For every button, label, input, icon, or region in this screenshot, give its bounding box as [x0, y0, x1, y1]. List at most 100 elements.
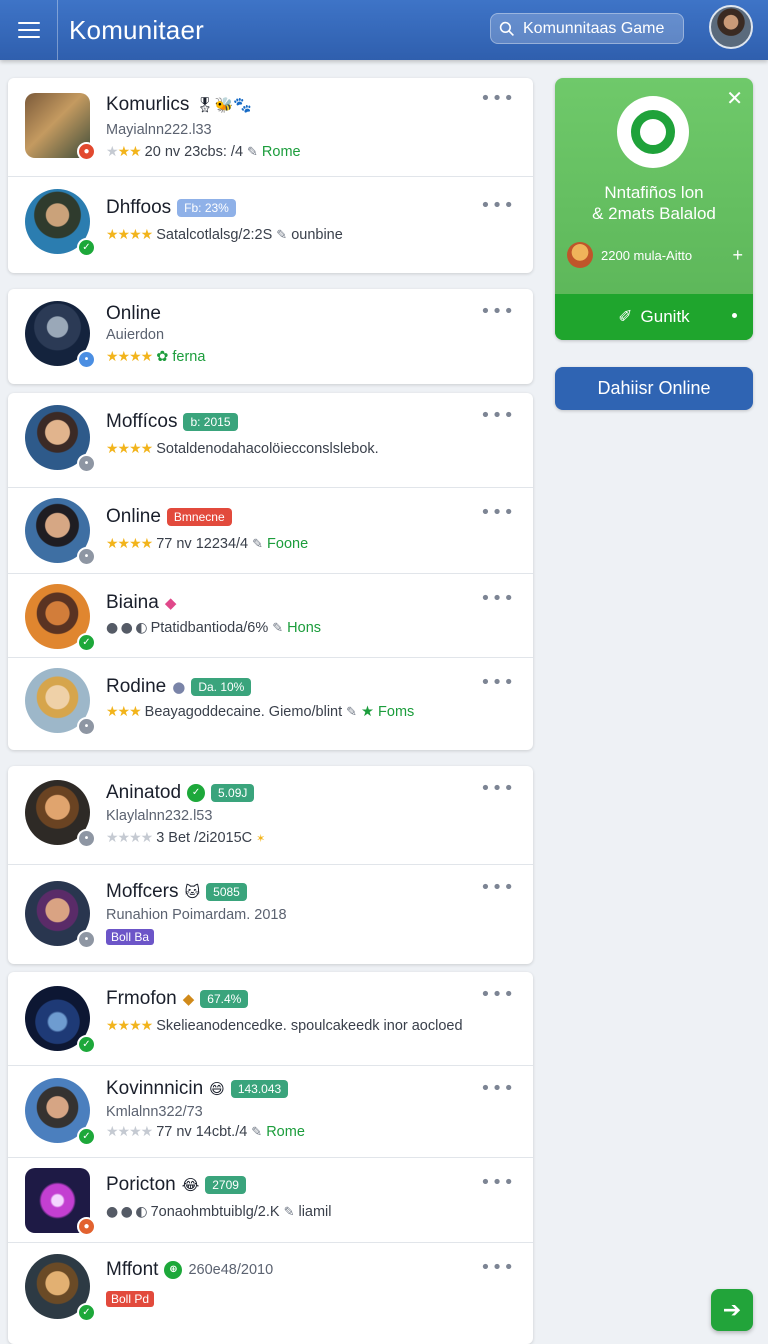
item-tag: 2709	[205, 1176, 246, 1194]
more-options-icon[interactable]: •••	[480, 197, 515, 215]
chat-logo-icon	[617, 96, 689, 168]
star-icon: ★	[361, 704, 375, 720]
more-options-icon[interactable]: •••	[480, 504, 515, 522]
more-options-icon[interactable]: •••	[480, 879, 515, 897]
more-options-icon[interactable]: •••	[480, 303, 515, 321]
status-badge: ●	[77, 1217, 96, 1236]
emoji-icon: 🎖🐝🐾	[195, 96, 252, 114]
online-status-icon: ✓	[77, 1303, 96, 1322]
emoji-icon: 🐱	[184, 883, 201, 901]
status-badge: •	[77, 454, 96, 473]
item-title: Aninatod ✓ 5.09J	[106, 782, 255, 804]
list-item[interactable]: ● Poricton 😂 2709 ● ● ◐ 7onaohmbtuiblg/2.K…	[8, 1158, 533, 1243]
item-meta: ★★★★ 77 nv 12234/4 ✎ Foone	[106, 536, 309, 552]
list-item[interactable]: ✓ Mffont ⊕ 260e48/2010 Boll Pd •••	[8, 1243, 533, 1331]
emoji-icon: 😄	[209, 1080, 225, 1098]
list-item[interactable]: • Online Bmnecne ★★★★ 77 nv 12234/4 ✎ Foon…	[8, 488, 533, 574]
item-tag: 5.09J	[211, 784, 255, 802]
item-link[interactable]: Hons	[287, 620, 321, 636]
item-link[interactable]: ferna	[172, 349, 205, 365]
more-options-icon[interactable]: •••	[480, 407, 515, 425]
more-options-icon[interactable]: •••	[480, 590, 515, 608]
avatar: ✓	[25, 986, 96, 1054]
list-group: ✓ Frmofon ◆ 67.4% ★★★★ Skelieanodencedke. …	[8, 972, 533, 1344]
item-subtitle: Mayialnn222.l33	[106, 122, 212, 138]
pencil-icon: ✎	[276, 227, 288, 243]
list-item[interactable]: ✓ Biaina ◆ ● ● ◐ Ptatidbantioda/6% ✎ Hons …	[8, 574, 533, 658]
item-meta: ★★★★ 77 nv 14cbt./4 ✎ Rome	[106, 1124, 305, 1140]
item-link[interactable]: Rome	[266, 1124, 305, 1140]
item-link[interactable]: Rome	[262, 144, 301, 160]
rating-stars: ★★★★	[106, 349, 153, 365]
promo-title: Nntafiños lon & 2mats Balalod	[592, 183, 716, 223]
game-icon: ✿	[156, 349, 169, 365]
item-title: Kovinnnicin 😄 143.043	[106, 1078, 289, 1100]
rating-stars: ★★★★	[106, 1124, 153, 1140]
item-tag: 5085	[206, 883, 247, 901]
rating-stars: ★★★★	[106, 830, 153, 846]
list-group: • Moffícos b: 2015 ★★★★ Sotaldenodahacolö…	[8, 393, 533, 750]
plus-icon[interactable]: +	[732, 245, 743, 266]
search-input[interactable]	[523, 19, 683, 38]
list-item[interactable]: • Rodine ● Da. 10% ★★★ Beayagoddecaine. Gi…	[8, 658, 533, 750]
online-status-icon: ✓	[77, 238, 96, 257]
status-badge: •	[77, 547, 96, 566]
avatar: •	[25, 780, 96, 848]
avatar: ●	[25, 93, 96, 161]
pencil-icon: ✎	[251, 1124, 263, 1140]
promo-user[interactable]: 2200 mula-Aitto +	[567, 242, 743, 268]
item-badge: Boll Ba	[106, 929, 155, 945]
list-item[interactable]: • Moffícos b: 2015 ★★★★ Sotaldenodahacolö…	[8, 393, 533, 488]
close-icon[interactable]: ✕	[726, 86, 743, 110]
status-badge: ●	[77, 142, 96, 161]
item-title: Online Bmnecne	[106, 506, 232, 528]
list-item[interactable]: • Online Auierdon ★★★★ ✿ ferna •••	[8, 289, 533, 384]
hamburger-menu-icon[interactable]	[0, 0, 58, 60]
item-meta: ★★★ Beayagoddecaine. Giemo/blint ✎ ★ Foms	[106, 704, 415, 720]
item-meta: ★★★ 20 nv 23cbs: /4 ✎ Rome	[106, 144, 301, 160]
item-meta: ★★★★ 3 Bet /2i2015C ✶	[106, 830, 265, 846]
reaction-icons: ● ● ◐	[106, 620, 148, 636]
more-options-icon[interactable]: •••	[480, 674, 515, 692]
list-item[interactable]: ✓ Frmofon ◆ 67.4% ★★★★ Skelieanodencedke. …	[8, 972, 533, 1066]
list-item[interactable]: • Aninatod ✓ 5.09J Klaylalnn232.l53 ★★★★ 3…	[8, 766, 533, 865]
status-badge: •	[77, 930, 96, 949]
rating-stars: ★★★	[106, 704, 142, 720]
globe-icon: ●	[172, 678, 186, 696]
item-subtitle: Klaylalnn232.l53	[106, 808, 213, 824]
online-status-icon: ✓	[77, 1127, 96, 1146]
more-options-icon[interactable]: •••	[480, 90, 515, 108]
avatar: ✓	[25, 189, 96, 257]
item-meta: ★★★★ Satalcotlalsg/2:2S ✎ ounbine	[106, 227, 343, 243]
app-title: Komunitaer	[69, 14, 204, 45]
item-subtitle: Auierdon	[106, 327, 165, 343]
item-badge: Boll Pd	[106, 1291, 155, 1307]
avatar: ●	[25, 1168, 96, 1236]
verified-icon: ✓	[187, 784, 206, 802]
globe-icon: ⊕	[164, 1261, 183, 1279]
item-meta: ★★★★ Sotaldenodahacolöiecconslslebok.	[106, 441, 379, 457]
list-item[interactable]: • Moffcers 🐱 5085 Runahion Poimardam. 2018…	[8, 865, 533, 964]
item-link[interactable]: Foone	[267, 536, 308, 552]
more-options-icon[interactable]: •••	[480, 780, 515, 798]
search-bar[interactable]	[490, 13, 684, 44]
more-options-icon[interactable]: •••	[480, 1259, 515, 1277]
avatar: •	[25, 668, 96, 736]
list-item[interactable]: ✓ Kovinnnicin 😄 143.043 Kmlalnn322/73 ★★★★…	[8, 1066, 533, 1158]
item-title: Frmofon ◆ 67.4%	[106, 988, 249, 1010]
rating-stars: ★★★	[106, 144, 142, 160]
user-avatar[interactable]	[709, 5, 753, 49]
item-tag: b: 2015	[183, 413, 238, 431]
online-button[interactable]: Dahiisr Online	[555, 367, 753, 410]
item-title: Mffont ⊕ 260e48/2010	[106, 1259, 274, 1280]
promo-action-button[interactable]: ✐ Gunitk	[555, 294, 753, 340]
more-options-icon[interactable]: •••	[480, 986, 515, 1004]
emoji-icon: 😂	[181, 1176, 200, 1194]
list-item[interactable]: ✓ Dhffoos Fb: 23% ★★★★ Satalcotlalsg/2:2S…	[8, 177, 533, 273]
more-options-icon[interactable]: •••	[480, 1174, 515, 1192]
list-item[interactable]: ● Komurlics 🎖🐝🐾 Mayialnn222.l33 ★★★ 20 nv…	[8, 78, 533, 177]
more-options-icon[interactable]: •••	[480, 1080, 515, 1098]
rating-stars: ★★★★	[106, 1018, 153, 1034]
arrow-right-icon[interactable]: ➔	[711, 1289, 753, 1331]
item-link[interactable]: Foms	[378, 704, 414, 720]
